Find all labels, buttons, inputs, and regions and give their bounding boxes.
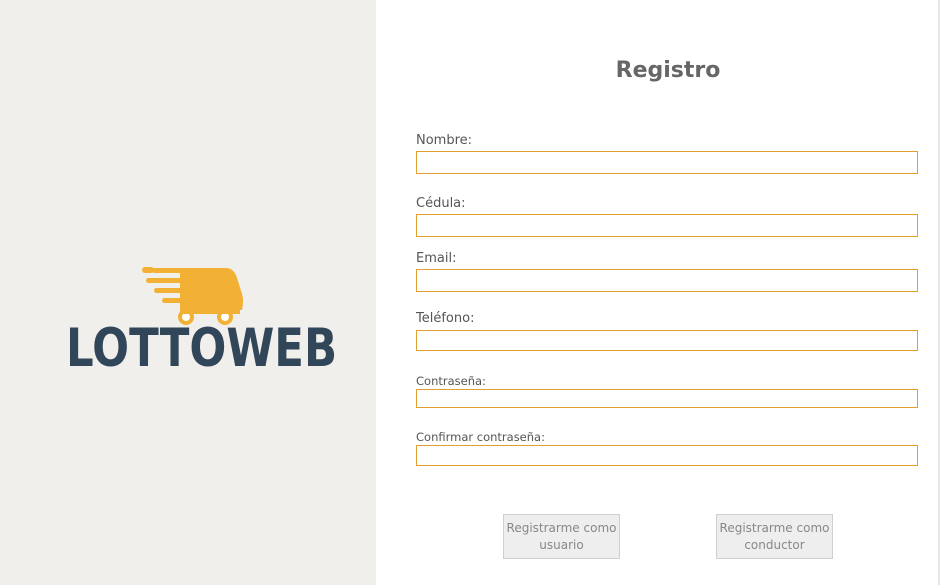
form-panel: Registro Nombre: Cédula: Email: Teléfono… (376, 0, 940, 585)
telefono-field[interactable] (416, 330, 918, 351)
logo-text: LOTTOWEB (66, 318, 338, 379)
page-title: Registro (615, 58, 721, 83)
brand-panel: LOTTOWEB (0, 0, 376, 585)
email-field[interactable] (416, 269, 918, 292)
lottoweb-logo: LOTTOWEB (66, 264, 337, 380)
registration-page: LOTTOWEB Registro Nombre: Cédula: Email:… (0, 0, 940, 585)
telefono-label: Teléfono: (416, 311, 475, 326)
nombre-field[interactable] (416, 151, 918, 174)
nombre-label: Nombre: (416, 133, 473, 148)
password-field[interactable] (416, 389, 918, 408)
register-user-button[interactable]: Registrarme como usuario (503, 514, 620, 559)
confirm-password-field[interactable] (416, 445, 918, 466)
email-label: Email: (416, 251, 457, 266)
cedula-field[interactable] (416, 214, 918, 237)
confirmar-contrasena-label: Confirmar contraseña: (416, 430, 545, 444)
contrasena-label: Contraseña: (416, 374, 486, 388)
register-driver-button[interactable]: Registrarme como conductor (716, 514, 833, 559)
cedula-label: Cédula: (416, 196, 466, 211)
